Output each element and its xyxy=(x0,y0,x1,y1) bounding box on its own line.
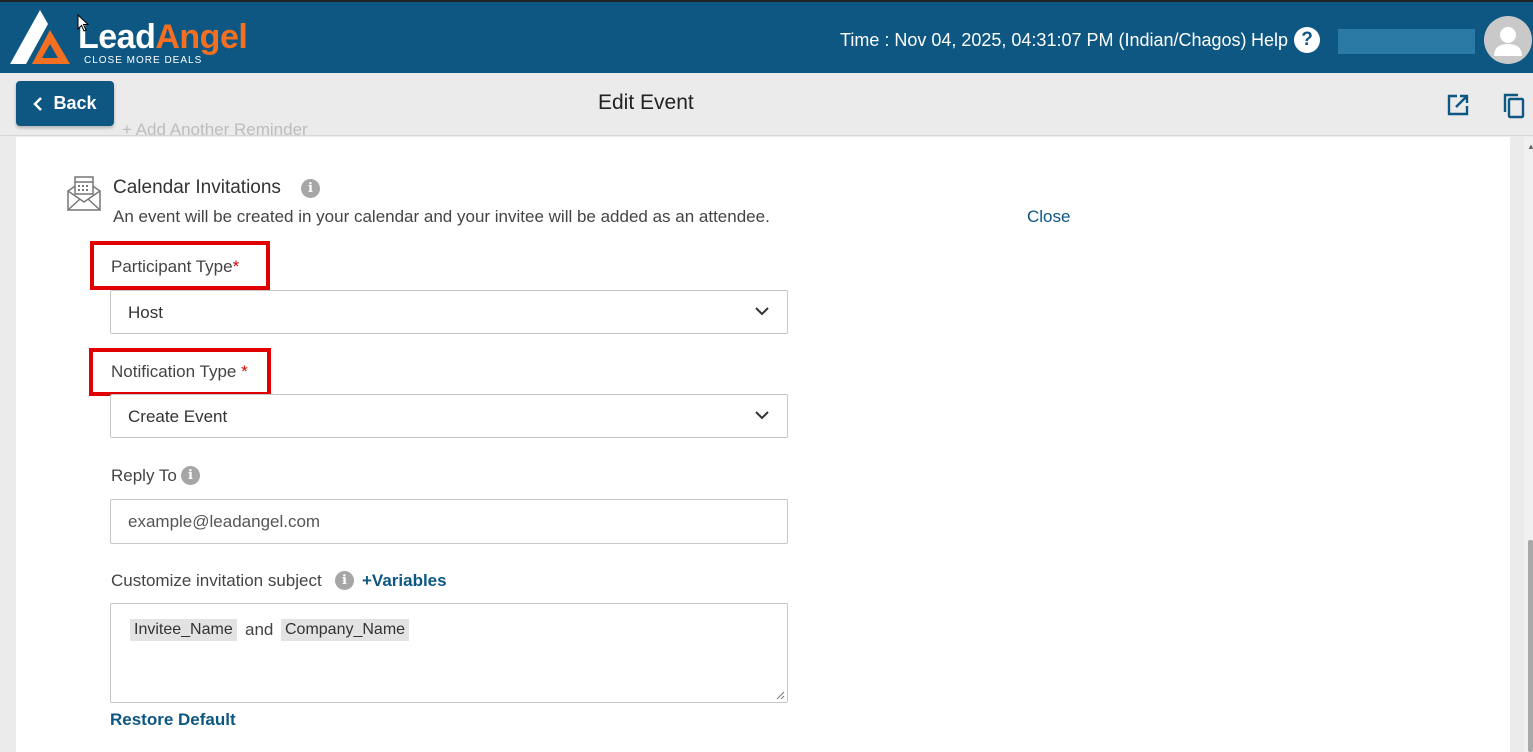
info-icon[interactable]: i xyxy=(301,179,320,198)
help-link[interactable]: Help xyxy=(1251,30,1288,51)
current-time: Time : Nov 04, 2025, 04:31:07 PM (Indian… xyxy=(840,30,1247,50)
required-asterisk: * xyxy=(241,362,248,381)
add-variables-link[interactable]: +Variables xyxy=(362,571,447,591)
section-description: An event will be created in your calenda… xyxy=(113,207,770,226)
scroll-up-arrow-icon[interactable]: ▲ xyxy=(1527,142,1533,151)
add-reminder-link-partial[interactable]: + Add Another Reminder xyxy=(122,120,308,136)
resize-handle-icon[interactable] xyxy=(775,690,785,700)
reply-to-label: Reply To xyxy=(111,466,177,485)
back-button-label: Back xyxy=(53,93,97,113)
info-icon[interactable]: i xyxy=(181,466,200,485)
variable-chip-company-name[interactable]: Company_Name xyxy=(281,619,410,641)
restore-default-link[interactable]: Restore Default xyxy=(110,710,236,730)
notification-type-label: Notification Type * xyxy=(111,362,248,381)
section-title: Calendar Invitations xyxy=(113,177,281,198)
copy-icon[interactable] xyxy=(1502,93,1526,119)
page-title: Edit Event xyxy=(598,91,694,114)
chevron-down-icon xyxy=(755,307,769,316)
variable-chip-invitee-name[interactable]: Invitee_Name xyxy=(130,619,237,641)
chevron-down-icon xyxy=(755,411,769,420)
user-avatar[interactable] xyxy=(1484,16,1532,64)
participant-type-select[interactable]: Host xyxy=(110,290,788,334)
open-in-new-icon[interactable] xyxy=(1446,93,1470,117)
participant-type-label: Participant Type* xyxy=(111,257,240,276)
participant-type-value: Host xyxy=(128,303,163,322)
notification-type-select[interactable]: Create Event xyxy=(110,394,788,438)
subject-joiner-text: and xyxy=(245,620,274,639)
scrollbar-thumb[interactable] xyxy=(1528,540,1533,752)
required-asterisk: * xyxy=(232,257,240,276)
back-button[interactable]: Back xyxy=(16,81,114,126)
leadangel-logo[interactable]: LeadAngel CLOSE MORE DEALS xyxy=(6,8,286,68)
logo-mark-icon xyxy=(10,10,70,64)
top-header: LeadAngel CLOSE MORE DEALS Time : Nov 04… xyxy=(0,0,1533,73)
invitation-subject-label: Customize invitation subject xyxy=(111,571,322,590)
notification-type-value: Create Event xyxy=(128,407,228,426)
calendar-invitation-icon xyxy=(67,176,101,211)
reply-to-input[interactable] xyxy=(110,499,788,544)
logo-tagline: CLOSE MORE DEALS xyxy=(84,55,203,66)
logo-wordmark: LeadAngel xyxy=(78,18,248,56)
close-section-link[interactable]: Close xyxy=(1027,207,1070,227)
chevron-left-icon xyxy=(33,96,43,111)
info-icon[interactable]: i xyxy=(335,571,354,590)
invitation-subject-textarea[interactable]: Invitee_Name and Company_Name xyxy=(110,603,788,703)
mouse-cursor-icon xyxy=(77,14,89,32)
user-silhouette-icon xyxy=(1494,27,1522,56)
help-question-icon[interactable]: ? xyxy=(1294,27,1320,53)
user-name-redacted[interactable] xyxy=(1338,29,1475,54)
